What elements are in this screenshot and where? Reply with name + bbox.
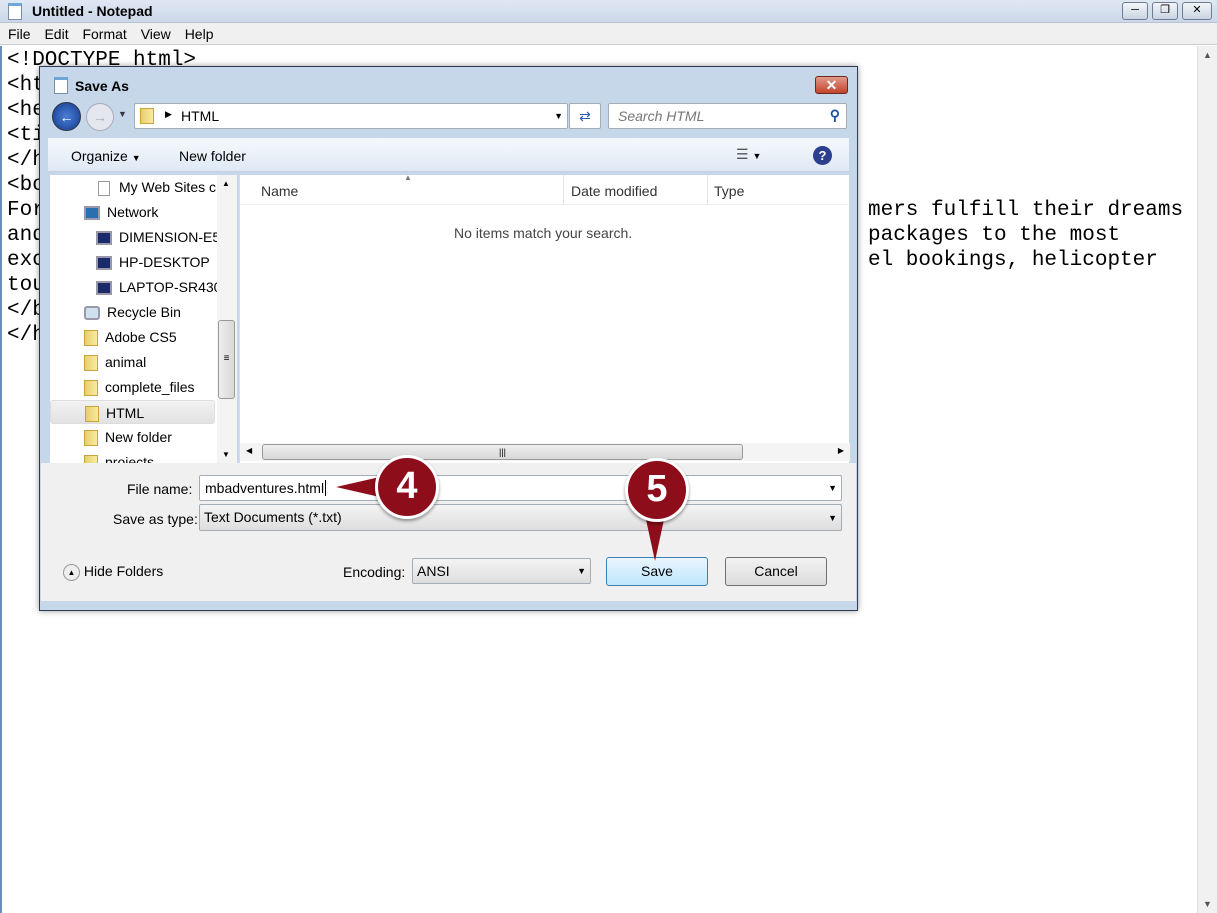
restore-button[interactable]: ❐ [1152, 2, 1178, 20]
breadcrumb-html[interactable]: HTML [181, 108, 219, 124]
file-list: Name ▲ Date modified Type No items match… [239, 173, 850, 463]
menu-file[interactable]: File [8, 23, 31, 45]
close-button[interactable]: ✕ [1182, 2, 1212, 20]
navigation-pane: My Web Sites c Network DIMENSION-E5 HP-D… [50, 175, 237, 463]
save-button[interactable]: Save [606, 557, 708, 586]
scroll-up-icon[interactable]: ▲ [1203, 50, 1212, 60]
scroll-thumb[interactable]: ≡ [218, 320, 235, 399]
help-icon[interactable]: ? [813, 146, 832, 165]
nav-item-hp-desktop[interactable]: HP-DESKTOP [96, 250, 210, 274]
save-as-type-select[interactable]: Text Documents (*.txt) ▼ [199, 504, 842, 531]
nav-item-adobe-cs5[interactable]: Adobe CS5 [84, 325, 177, 349]
menu-format[interactable]: Format [82, 23, 126, 45]
column-type[interactable]: Type [714, 183, 744, 199]
column-headers: Name ▲ Date modified Type [240, 173, 850, 205]
encoding-select[interactable]: ANSI ▼ [412, 558, 591, 584]
horizontal-scrollbar[interactable]: ◀ ||| ▶ [240, 443, 850, 461]
collapse-icon: ▲ [63, 563, 80, 581]
scroll-left-icon[interactable]: ◀ [246, 446, 252, 455]
search-icon[interactable]: ⚲ [830, 107, 840, 124]
breadcrumb-arrow-icon: ▶ [165, 109, 172, 119]
menu-edit[interactable]: Edit [44, 23, 68, 45]
column-date-modified[interactable]: Date modified [571, 183, 657, 199]
organize-label: Organize [71, 148, 128, 164]
save-as-type-label: Save as type: [113, 511, 198, 527]
file-name-dropdown-icon[interactable]: ▼ [828, 483, 837, 493]
sort-arrow-icon: ▲ [404, 173, 412, 182]
callout-4: 4 [375, 455, 439, 519]
command-bar: Organize ▼ New folder ☰ ▼ ? [48, 138, 849, 172]
encoding-value: ANSI [417, 563, 450, 579]
scroll-down-icon[interactable]: ▼ [1203, 899, 1212, 909]
save-type-dropdown-icon[interactable]: ▼ [828, 513, 837, 523]
scroll-right-icon[interactable]: ▶ [838, 446, 844, 455]
nav-item-new-folder[interactable]: New folder [84, 425, 172, 449]
nav-item-dimension[interactable]: DIMENSION-E5 [96, 225, 220, 249]
scroll-up-icon[interactable]: ▲ [222, 179, 230, 188]
hide-folders-button[interactable]: ▲ Hide Folders [63, 563, 163, 581]
view-options-icon[interactable]: ☰ ▼ [736, 146, 761, 163]
nav-item-complete-files[interactable]: complete_files [84, 375, 195, 399]
save-as-type-value: Text Documents (*.txt) [204, 509, 342, 525]
new-folder-button[interactable]: New folder [179, 148, 246, 164]
search-placeholder: Search HTML [618, 108, 705, 124]
folder-icon [140, 108, 154, 124]
empty-message: No items match your search. [454, 225, 633, 241]
organize-button[interactable]: Organize ▼ [71, 148, 141, 164]
nav-item-animal[interactable]: animal [84, 350, 146, 374]
scroll-down-icon[interactable]: ▼ [222, 450, 230, 459]
cancel-button[interactable]: Cancel [725, 557, 827, 586]
address-dropdown-icon[interactable]: ▼ [554, 111, 563, 121]
forward-button[interactable]: → [86, 103, 114, 131]
file-name-label: File name: [127, 481, 193, 497]
nav-item-html[interactable]: HTML [50, 400, 215, 424]
dialog-close-button[interactable]: ✕ [815, 76, 848, 94]
refresh-button[interactable]: ⇄ [569, 103, 601, 129]
encoding-dropdown-icon[interactable]: ▼ [577, 566, 586, 576]
dialog-title: Save As [75, 78, 129, 94]
save-options: File name: mbadventures.html ▼ Save as t… [41, 463, 856, 601]
file-name-value: mbadventures.html [205, 480, 327, 496]
nav-item-my-web-sites[interactable]: My Web Sites c [98, 175, 216, 199]
hide-folders-label: Hide Folders [83, 563, 164, 579]
menu-view[interactable]: View [141, 23, 171, 45]
encoding-label: Encoding: [343, 564, 406, 580]
text-line: el bookings, helicopter [868, 249, 1158, 272]
menu-bar: File Edit Format View Help [0, 23, 1217, 45]
nav-scrollbar[interactable]: ▲ ≡ ▼ [217, 175, 237, 463]
text-line: mers fulfill their dreams [868, 199, 1184, 222]
text-line: packages to the most [868, 224, 1121, 247]
save-as-dialog: Save As ✕ ← → ▼ ▶ HTML ▼ ⇄ Search HTML ⚲… [39, 66, 858, 611]
address-bar[interactable]: ▶ HTML ▼ [134, 103, 568, 129]
nav-item-projects[interactable]: projects [84, 450, 154, 463]
back-button[interactable]: ← [52, 102, 81, 131]
nav-item-recycle-bin[interactable]: Recycle Bin [84, 300, 181, 324]
nav-item-laptop[interactable]: LAPTOP-SR430 [96, 275, 221, 299]
notepad-title-bar[interactable]: Untitled - Notepad ─ ❐ ✕ [0, 0, 1217, 23]
window-title: Untitled - Notepad [32, 3, 153, 19]
nav-item-network[interactable]: Network [84, 200, 158, 224]
callout-5: 5 [625, 458, 689, 522]
dialog-icon [54, 77, 68, 94]
file-name-input[interactable]: mbadventures.html ▼ [199, 475, 842, 501]
minimize-button[interactable]: ─ [1122, 2, 1148, 20]
notepad-icon [8, 3, 22, 20]
recent-pages-dropdown[interactable]: ▼ [118, 109, 127, 119]
scroll-thumb[interactable]: ||| [262, 444, 743, 460]
vertical-scrollbar[interactable]: ▲ ▼ [1197, 46, 1217, 913]
menu-help[interactable]: Help [185, 23, 214, 45]
search-input[interactable]: Search HTML ⚲ [608, 103, 847, 129]
column-name[interactable]: Name [261, 183, 298, 199]
